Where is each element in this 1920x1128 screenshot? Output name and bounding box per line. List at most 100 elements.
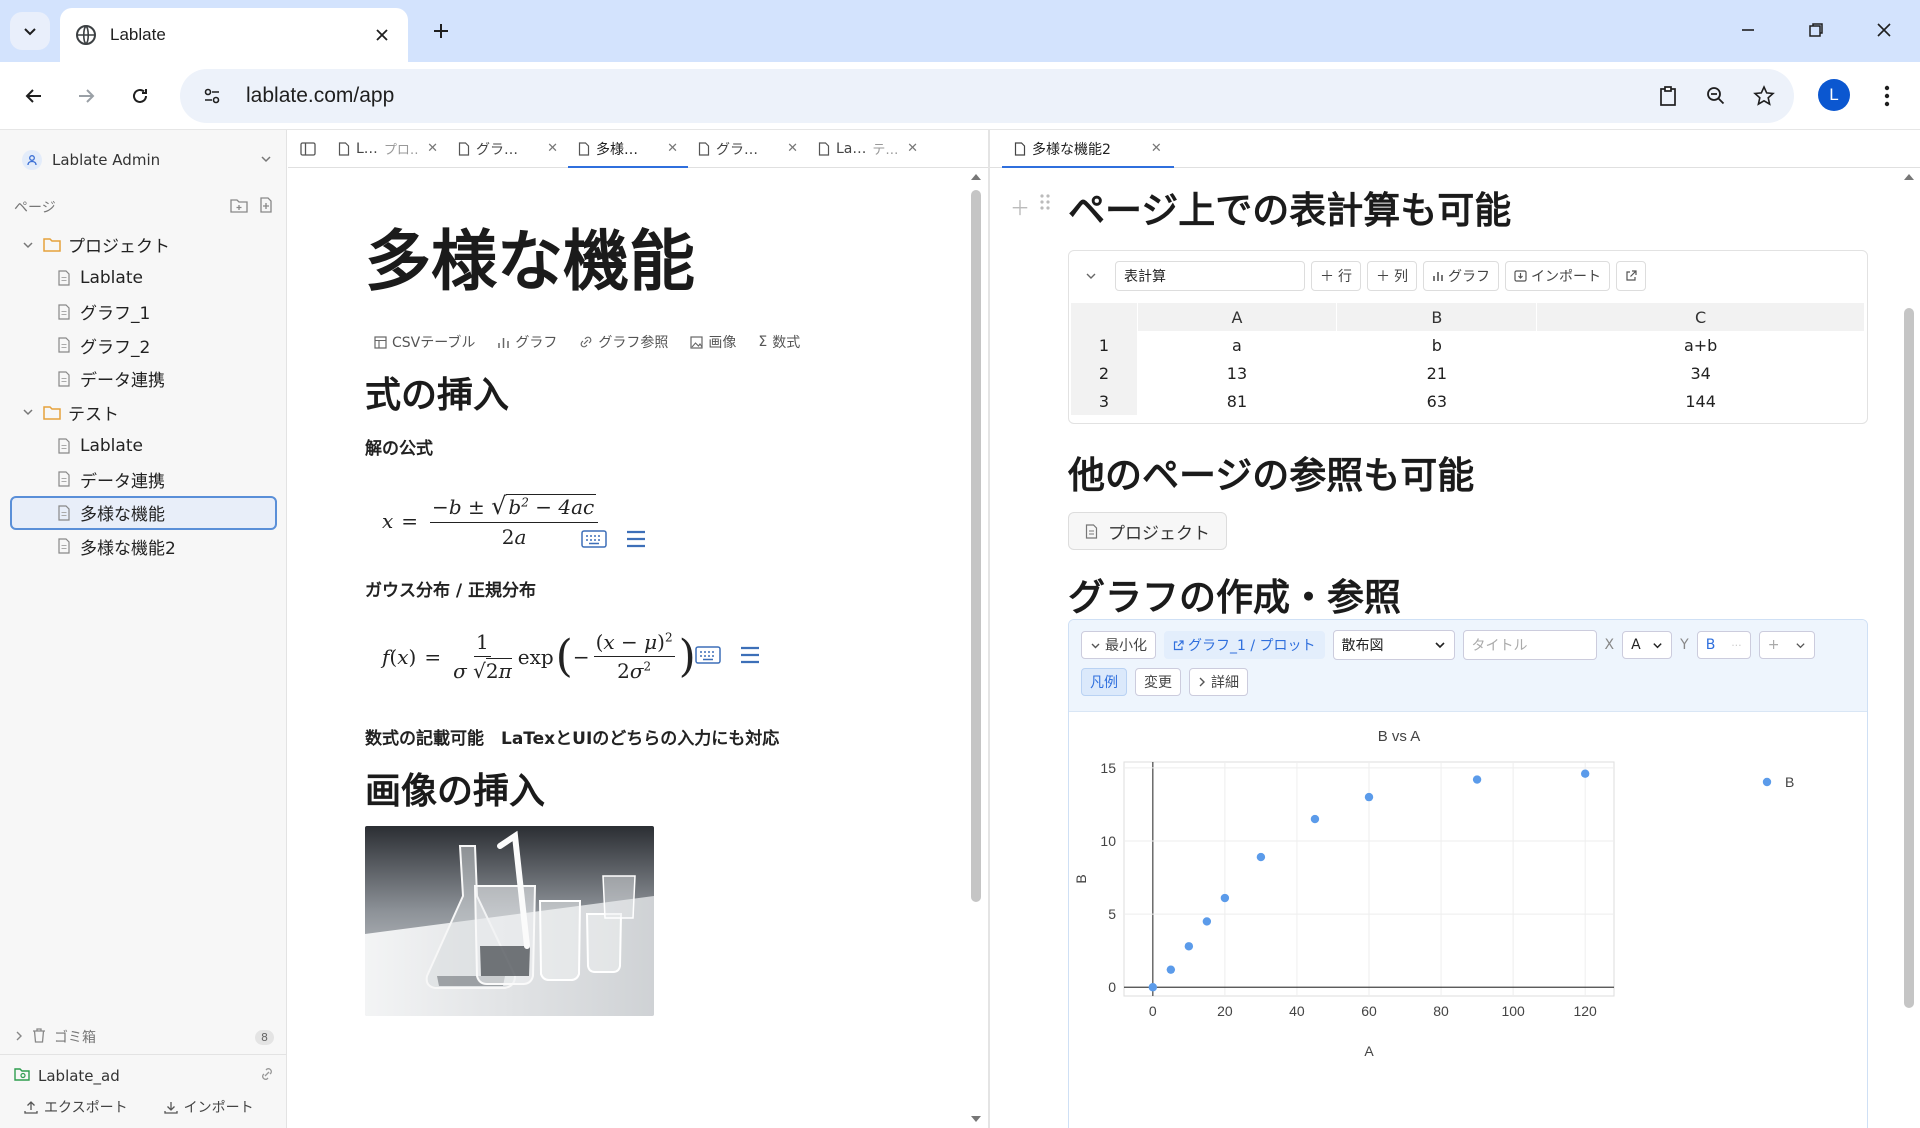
scatter-chart[interactable]: B vs A 0 20 40 60 80 100 120 0 5 10 15 A B B: [1069, 712, 1867, 1128]
sheet-import-button[interactable]: インポート: [1505, 261, 1610, 291]
lab-glassware-image[interactable]: [365, 826, 654, 1016]
sidebar-folder[interactable]: テスト: [0, 396, 287, 430]
column-header[interactable]: B: [1336, 303, 1538, 331]
export-button[interactable]: エクスポート: [24, 1097, 128, 1117]
user-menu[interactable]: Lablate Admin: [22, 144, 272, 176]
new-page-icon[interactable]: [258, 197, 274, 217]
legend-toggle-button[interactable]: 凡例: [1081, 668, 1127, 696]
change-button[interactable]: 変更: [1135, 668, 1181, 696]
zoom-icon[interactable]: [1696, 76, 1736, 116]
menu-icon[interactable]: [736, 644, 764, 666]
keyboard-icon[interactable]: [580, 528, 608, 550]
browser-menu-icon[interactable]: [1872, 76, 1902, 116]
sidebar-page-item[interactable]: グラフ_2: [0, 329, 287, 363]
table-cell[interactable]: 63: [1337, 387, 1537, 415]
back-button[interactable]: [14, 76, 54, 116]
tab-right-page[interactable]: 多様な機能2 ✕: [1002, 130, 1174, 168]
new-folder-icon[interactable]: [230, 197, 248, 217]
right-scrollbar[interactable]: [1898, 168, 1920, 1128]
keyboard-icon[interactable]: [694, 644, 722, 666]
table-cell[interactable]: b: [1337, 331, 1537, 359]
open-external-button[interactable]: [1616, 261, 1646, 291]
detail-button[interactable]: 詳細: [1189, 668, 1248, 696]
tab-search-button[interactable]: [10, 12, 50, 50]
close-tab-icon[interactable]: ✕: [787, 141, 798, 156]
site-info-icon[interactable]: [192, 76, 232, 116]
y-axis-select[interactable]: B ···: [1696, 631, 1751, 659]
block-drag-handle[interactable]: ＋: [1010, 192, 1050, 221]
table-cell[interactable]: 13: [1137, 359, 1337, 387]
sidebar-page-item[interactable]: Lablate: [0, 262, 287, 296]
spreadsheet-grid[interactable]: ABC 1 a b a+b 2 13 21 34 3 81 63 144: [1071, 303, 1865, 415]
add-row-button[interactable]: ＋行: [1311, 261, 1361, 291]
toggle-sidebar-icon[interactable]: [288, 130, 328, 167]
sheet-graph-button[interactable]: グラフ: [1423, 261, 1499, 291]
insert-formula-button[interactable]: Σ 数式: [758, 332, 800, 352]
add-column-button[interactable]: ＋列: [1367, 261, 1417, 291]
close-tab-icon[interactable]: ✕: [667, 141, 678, 156]
reload-button[interactable]: [120, 76, 160, 116]
tab-page[interactable]: 多様… ✕: [568, 130, 688, 168]
chevron-down-icon[interactable]: [18, 239, 38, 251]
left-scrollbar-thumb[interactable]: [971, 190, 981, 902]
insert-graph-ref-button[interactable]: グラフ参照: [579, 332, 668, 352]
insert-csv-table-button[interactable]: CSVテーブル: [374, 332, 475, 352]
sidebar-page-item[interactable]: Lablate: [0, 429, 287, 463]
restore-window-button[interactable]: [1792, 10, 1840, 50]
row-number[interactable]: 1: [1071, 331, 1137, 359]
tab-page[interactable]: L… プロ… ✕: [328, 130, 448, 167]
insert-image-button[interactable]: 画像: [690, 332, 736, 352]
tab-page[interactable]: La… テ… ✕: [808, 130, 928, 167]
row-number[interactable]: 3: [1071, 387, 1137, 415]
close-tab-icon[interactable]: [370, 23, 394, 47]
table-cell[interactable]: 144: [1537, 387, 1865, 415]
sidebar-page-item[interactable]: 多様な機能: [10, 496, 277, 530]
address-bar[interactable]: lablate.com/app: [180, 69, 1794, 123]
x-axis-select[interactable]: A: [1622, 631, 1673, 659]
tab-page[interactable]: グラ… ✕: [448, 130, 568, 167]
column-header[interactable]: A: [1137, 303, 1338, 331]
table-cell[interactable]: 21: [1337, 359, 1537, 387]
forward-button[interactable]: [66, 76, 106, 116]
close-tab-icon[interactable]: ✕: [547, 141, 558, 156]
sidebar-page-item[interactable]: データ連携: [0, 362, 287, 396]
graph-source-link[interactable]: グラフ_1 / プロット: [1164, 631, 1325, 659]
column-header[interactable]: C: [1536, 303, 1865, 331]
table-cell[interactable]: a: [1137, 331, 1337, 359]
add-series-select[interactable]: +: [1758, 631, 1815, 659]
minimize-window-button[interactable]: [1724, 10, 1772, 50]
table-cell[interactable]: a+b: [1537, 331, 1865, 359]
quadratic-formula[interactable]: x = −b ± √ b2 − 4ac 2a: [382, 492, 602, 549]
close-window-button[interactable]: [1860, 10, 1908, 50]
table-cell[interactable]: 34: [1537, 359, 1865, 387]
sidebar-page-item[interactable]: データ連携: [0, 463, 287, 497]
graph-title-input[interactable]: タイトル: [1462, 630, 1597, 660]
page-reference-chip[interactable]: プロジェクト: [1068, 512, 1227, 550]
close-tab-icon[interactable]: ✕: [907, 141, 918, 156]
add-block-icon[interactable]: ＋: [1010, 192, 1030, 221]
drag-handle-icon[interactable]: [1040, 192, 1050, 221]
sidebar-folder[interactable]: プロジェクト: [0, 228, 287, 262]
trash-row[interactable]: ゴミ箱 8: [14, 1024, 274, 1050]
gaussian-formula[interactable]: f(x) = 1 σ √2π exp( − (x − μ)2 2σ2 ): [382, 630, 696, 683]
profile-avatar[interactable]: L: [1818, 79, 1850, 111]
close-tab-icon[interactable]: ✕: [427, 141, 438, 156]
clipboard-icon[interactable]: [1648, 76, 1688, 116]
link-settings-icon[interactable]: [260, 1067, 274, 1085]
insert-graph-button[interactable]: グラフ: [497, 332, 557, 352]
close-tab-icon[interactable]: ✕: [1151, 141, 1162, 156]
menu-icon[interactable]: [622, 528, 650, 550]
workspace-row[interactable]: Lablate_ad: [14, 1063, 274, 1089]
left-scrollbar[interactable]: [966, 168, 986, 1128]
right-scrollbar-thumb[interactable]: [1904, 308, 1914, 1008]
sidebar-page-item[interactable]: 多様な機能2: [0, 530, 287, 564]
import-button[interactable]: インポート: [163, 1097, 254, 1117]
bookmark-star-icon[interactable]: [1744, 76, 1784, 116]
sheet-name-input[interactable]: 表計算: [1115, 261, 1305, 291]
browser-tab[interactable]: Lablate: [60, 8, 408, 62]
graph-type-select[interactable]: 散布図: [1332, 630, 1455, 660]
collapse-chevron-icon[interactable]: [1085, 267, 1097, 286]
tab-page[interactable]: グラ… ✕: [688, 130, 808, 167]
new-tab-button[interactable]: [424, 14, 458, 48]
table-cell[interactable]: 81: [1137, 387, 1337, 415]
